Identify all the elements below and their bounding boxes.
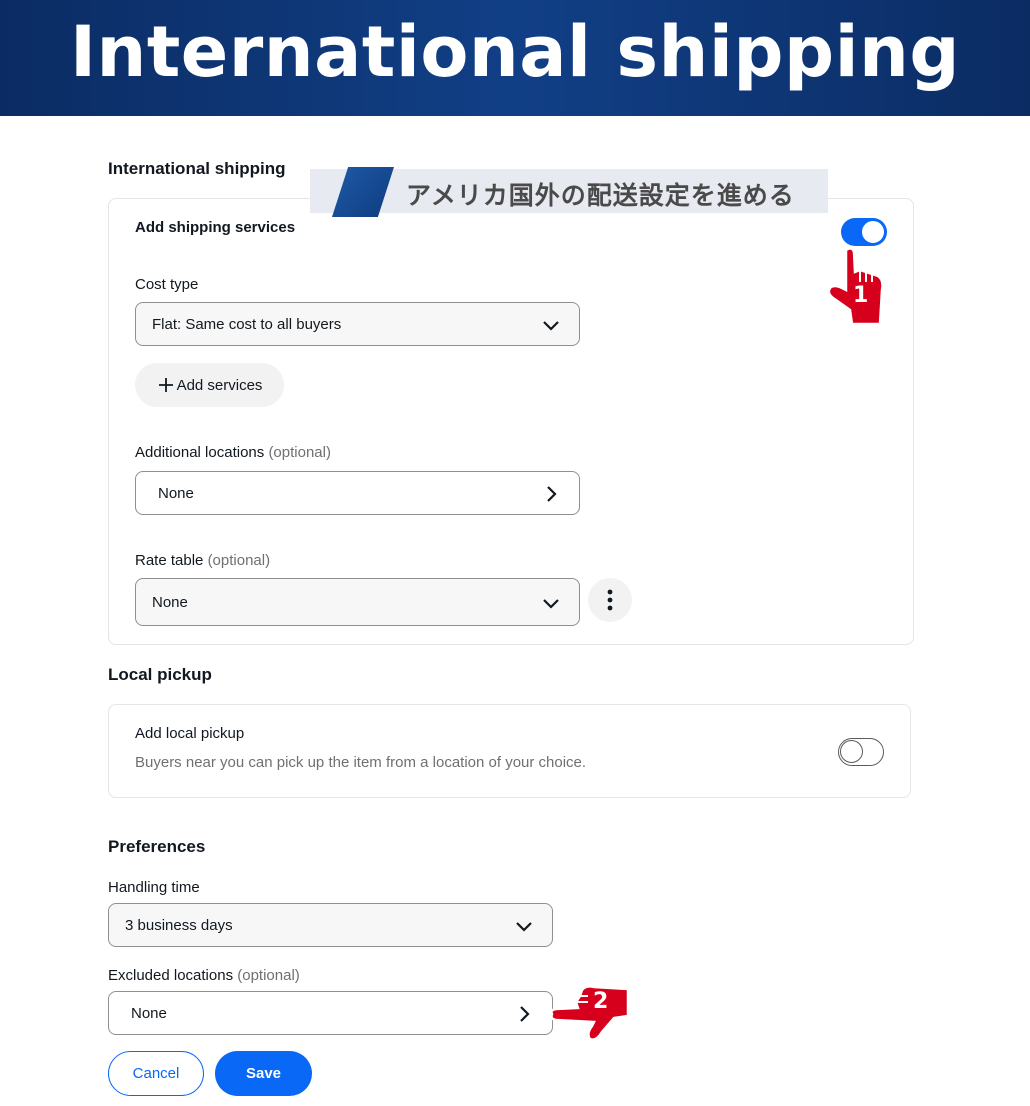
excluded-locations-value: None bbox=[131, 1004, 167, 1022]
chevron-right-icon bbox=[547, 486, 557, 502]
chevron-down-icon bbox=[543, 321, 559, 331]
pointing-hand-icon bbox=[550, 985, 630, 1041]
plus-icon bbox=[158, 378, 173, 392]
annotation-callout: アメリカ国外の配送設定を進める bbox=[310, 167, 828, 217]
excluded-locations-label: Excluded locations (optional) bbox=[108, 967, 300, 984]
cost-type-value: Flat: Same cost to all buyers bbox=[152, 315, 342, 333]
additional-locations-value: None bbox=[158, 484, 194, 502]
additional-locations-text: Additional locations bbox=[135, 444, 265, 461]
more-vertical-icon bbox=[607, 589, 613, 611]
additional-locations-label: Additional locations (optional) bbox=[135, 444, 331, 461]
chevron-down-icon bbox=[516, 922, 532, 932]
chevron-down-icon bbox=[543, 599, 559, 609]
local-pickup-heading: Local pickup bbox=[108, 665, 212, 684]
preferences-heading: Preferences bbox=[108, 837, 206, 856]
local-pickup-card bbox=[108, 704, 911, 798]
title-banner: International shipping bbox=[0, 0, 1030, 116]
optional-tag: (optional) bbox=[268, 444, 331, 461]
callout-text: アメリカ国外の配送設定を進める bbox=[406, 181, 795, 210]
cost-type-select[interactable]: Flat: Same cost to all buyers bbox=[135, 302, 580, 346]
handling-time-value: 3 business days bbox=[125, 916, 233, 934]
rate-table-label: Rate table (optional) bbox=[135, 552, 270, 569]
callout-accent bbox=[332, 167, 394, 217]
toggle-knob bbox=[861, 220, 885, 244]
local-pickup-toggle[interactable] bbox=[838, 738, 884, 766]
add-services-button[interactable]: Add services bbox=[135, 363, 284, 407]
save-button[interactable]: Save bbox=[215, 1051, 312, 1096]
banner-title: International shipping bbox=[69, 11, 961, 93]
toggle-knob bbox=[840, 740, 863, 763]
add-services-label: Add services bbox=[176, 376, 263, 394]
step-2-number: 2 bbox=[593, 989, 609, 1014]
add-shipping-services-toggle[interactable] bbox=[841, 218, 887, 246]
additional-locations-field[interactable]: None bbox=[135, 471, 580, 515]
rate-table-text: Rate table bbox=[135, 552, 204, 569]
optional-tag: (optional) bbox=[207, 552, 271, 569]
handling-time-label: Handling time bbox=[108, 879, 200, 896]
optional-tag: (optional) bbox=[237, 967, 300, 984]
add-local-pickup-label: Add local pickup bbox=[135, 725, 245, 742]
cancel-button[interactable]: Cancel bbox=[108, 1051, 204, 1096]
excluded-locations-text: Excluded locations bbox=[108, 967, 234, 984]
rate-table-value: None bbox=[152, 593, 188, 611]
add-shipping-services-label: Add shipping services bbox=[135, 219, 296, 236]
excluded-locations-field[interactable]: None bbox=[108, 991, 553, 1035]
international-shipping-heading: International shipping bbox=[108, 159, 286, 178]
local-pickup-description: Buyers near you can pick up the item fro… bbox=[135, 754, 587, 771]
step-1-number: 1 bbox=[853, 283, 869, 308]
cost-type-label: Cost type bbox=[135, 276, 199, 293]
rate-table-more-button[interactable] bbox=[588, 578, 632, 622]
chevron-right-icon bbox=[520, 1006, 530, 1022]
rate-table-select[interactable]: None bbox=[135, 578, 580, 626]
handling-time-select[interactable]: 3 business days bbox=[108, 903, 553, 947]
